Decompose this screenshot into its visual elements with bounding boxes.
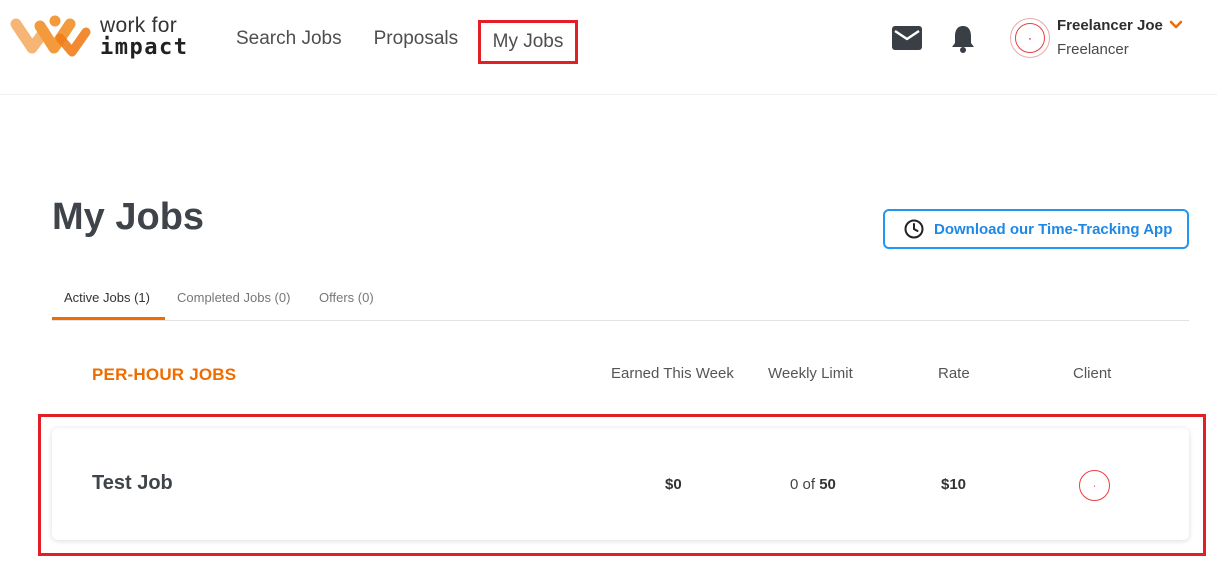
tab-completed-jobs[interactable]: Completed Jobs (0) <box>177 290 290 305</box>
chevron-down-icon[interactable] <box>1169 20 1183 30</box>
job-rate-value: $10 <box>941 476 967 493</box>
avatar: ● <box>1010 18 1050 58</box>
user-role: Freelancer <box>1057 41 1129 58</box>
tab-offers[interactable]: Offers (0) <box>319 290 374 305</box>
page-title: My Jobs <box>52 196 205 238</box>
nav-my-jobs-highlight: My Jobs <box>478 20 578 64</box>
nav-search-jobs[interactable]: Search Jobs <box>236 28 342 50</box>
nav-proposals[interactable]: Proposals <box>374 28 459 50</box>
column-header-rate: Rate <box>938 365 970 382</box>
client-avatar[interactable]: ● <box>1079 470 1110 501</box>
job-tabs: Active Jobs (1) Completed Jobs (0) Offer… <box>52 282 1189 321</box>
job-weekly-limit-value: 0 of 50 <box>790 476 836 493</box>
nav-my-jobs[interactable]: My Jobs <box>493 31 564 53</box>
column-header-client: Client <box>1073 365 1112 382</box>
column-header-earned: Earned This Week <box>611 365 734 382</box>
section-title-per-hour-jobs: PER-HOUR JOBS <box>92 365 237 384</box>
logo-text-line1: work for <box>100 14 178 37</box>
column-header-weekly-limit: Weekly Limit <box>768 365 853 382</box>
brand-logo[interactable]: work for impact <box>10 14 188 60</box>
top-header: work for impact Search Jobs Proposals My… <box>0 0 1217 95</box>
user-menu[interactable]: ● Freelancer Joe Freelancer <box>1010 17 1210 65</box>
user-name: Freelancer Joe <box>1057 17 1163 34</box>
main-nav: Search Jobs Proposals <box>236 28 458 50</box>
table-row[interactable]: Test Job $0 0 of 50 $10 ● <box>52 428 1189 540</box>
avatar-image: ● <box>1015 23 1045 53</box>
logo-mark-icon <box>10 15 91 57</box>
download-time-tracking-button[interactable]: Download our Time-Tracking App <box>883 209 1189 249</box>
active-tab-indicator <box>52 317 165 320</box>
download-button-label: Download our Time-Tracking App <box>934 220 1173 238</box>
bell-icon[interactable] <box>950 24 976 54</box>
clock-icon <box>904 219 924 239</box>
job-title[interactable]: Test Job <box>92 472 173 495</box>
mail-icon[interactable] <box>892 26 922 50</box>
job-earned-value: $0 <box>665 476 682 493</box>
logo-text-line2: impact <box>100 35 189 60</box>
tab-active-jobs[interactable]: Active Jobs (1) <box>64 290 150 305</box>
